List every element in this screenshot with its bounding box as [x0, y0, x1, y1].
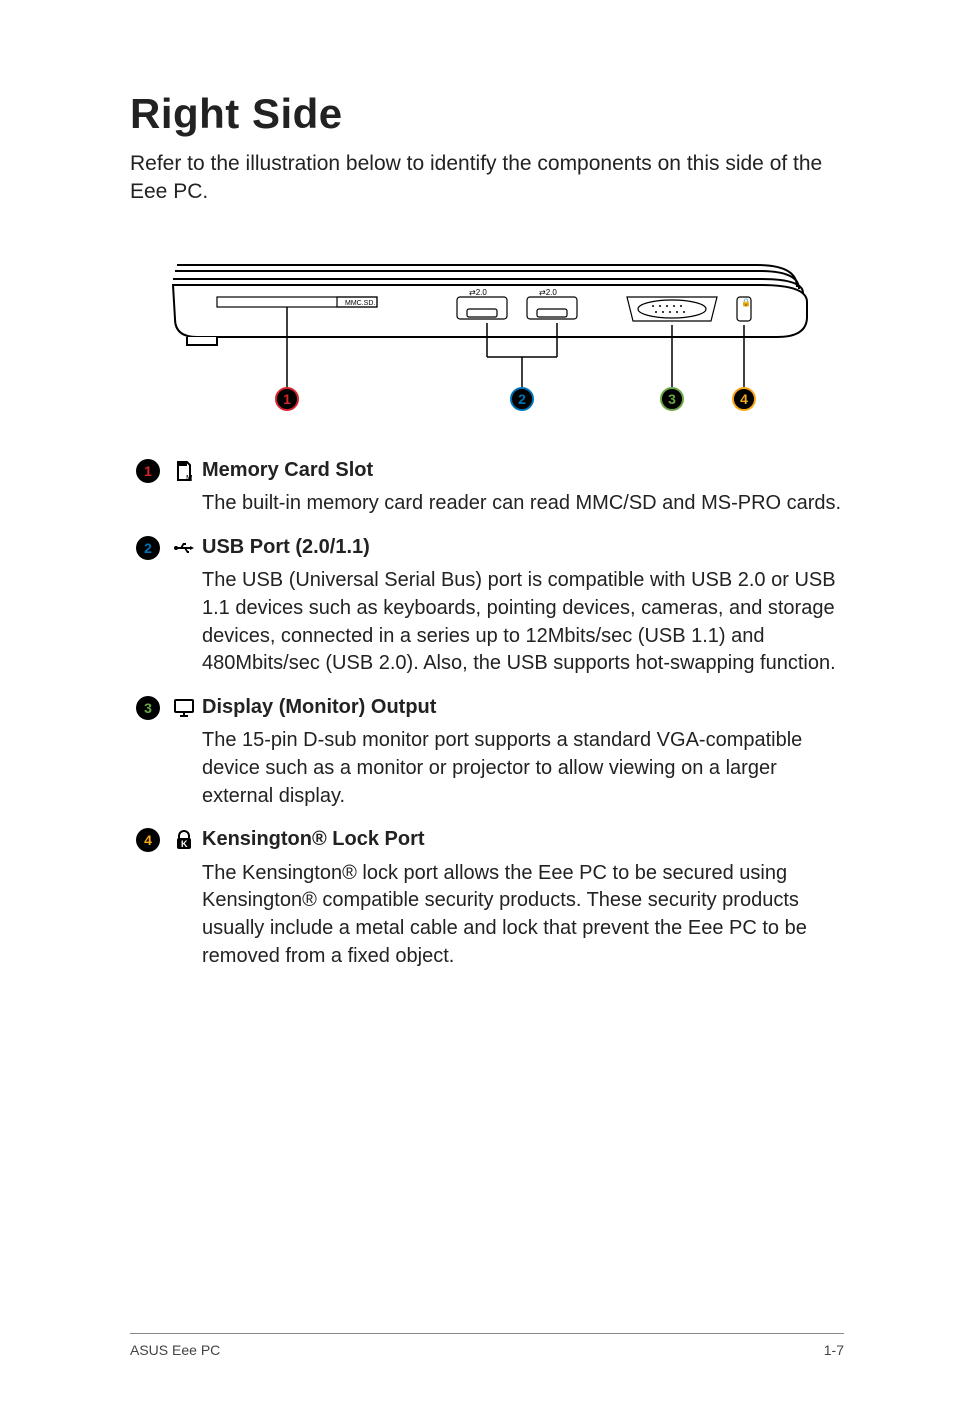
item-number: 1 [144, 463, 152, 479]
item-number-badge: 4 [130, 826, 166, 970]
item-number: 2 [144, 540, 152, 556]
item-number-badge: 2 [130, 534, 166, 678]
item-body: The USB (Universal Serial Bus) port is c… [202, 567, 844, 677]
memory-card-icon: M [166, 457, 202, 518]
footer-left: ASUS Eee PC [130, 1342, 220, 1358]
monitor-icon [166, 694, 202, 810]
feature-item: 4 K Kensington® Lock Port The Kensington… [130, 826, 844, 970]
item-number-badge: 3 [130, 694, 166, 810]
item-number-badge: 1 [130, 457, 166, 518]
usb-icon [166, 534, 202, 678]
right-side-diagram: MMC.SD. ⇄2.0 ⇄2.0 [157, 247, 817, 417]
page-heading: Right Side [130, 90, 844, 138]
feature-item: 2 USB Port (2.0/1.1) The USB (Universal … [130, 534, 844, 678]
feature-item: 3 Display (Monitor) Output The 15-pin D-… [130, 694, 844, 810]
item-number: 4 [144, 832, 152, 848]
item-body: The built-in memory card reader can read… [202, 490, 844, 518]
footer-right: 1-7 [824, 1342, 844, 1358]
document-page: Right Side Refer to the illustration bel… [0, 0, 954, 1418]
svg-text:🔒: 🔒 [741, 298, 751, 307]
item-title: Memory Card Slot [202, 457, 844, 485]
item-body: The 15-pin D-sub monitor port supports a… [202, 727, 844, 810]
item-body: The Kensington® lock port allows the Eee… [202, 860, 844, 970]
item-title: USB Port (2.0/1.1) [202, 534, 844, 562]
svg-text:MMC.SD.: MMC.SD. [345, 300, 375, 307]
callout-1-label: 1 [283, 391, 291, 407]
svg-text:⇄2.0: ⇄2.0 [469, 288, 487, 297]
callout-3-label: 3 [668, 391, 676, 407]
feature-item: 1 M Memory Card Slot The built-in memory… [130, 457, 844, 518]
item-number: 3 [144, 700, 152, 716]
svg-text:⇄2.0: ⇄2.0 [539, 288, 557, 297]
callout-4-label: 4 [740, 391, 748, 407]
item-title: Display (Monitor) Output [202, 694, 844, 722]
svg-text:M: M [186, 474, 193, 483]
page-intro: Refer to the illustration below to ident… [130, 150, 830, 207]
lock-icon: K [166, 826, 202, 970]
callout-2-label: 2 [518, 391, 526, 407]
item-title: Kensington® Lock Port [202, 826, 844, 854]
svg-text:K: K [181, 839, 188, 849]
page-footer: ASUS Eee PC 1-7 [130, 1333, 844, 1358]
